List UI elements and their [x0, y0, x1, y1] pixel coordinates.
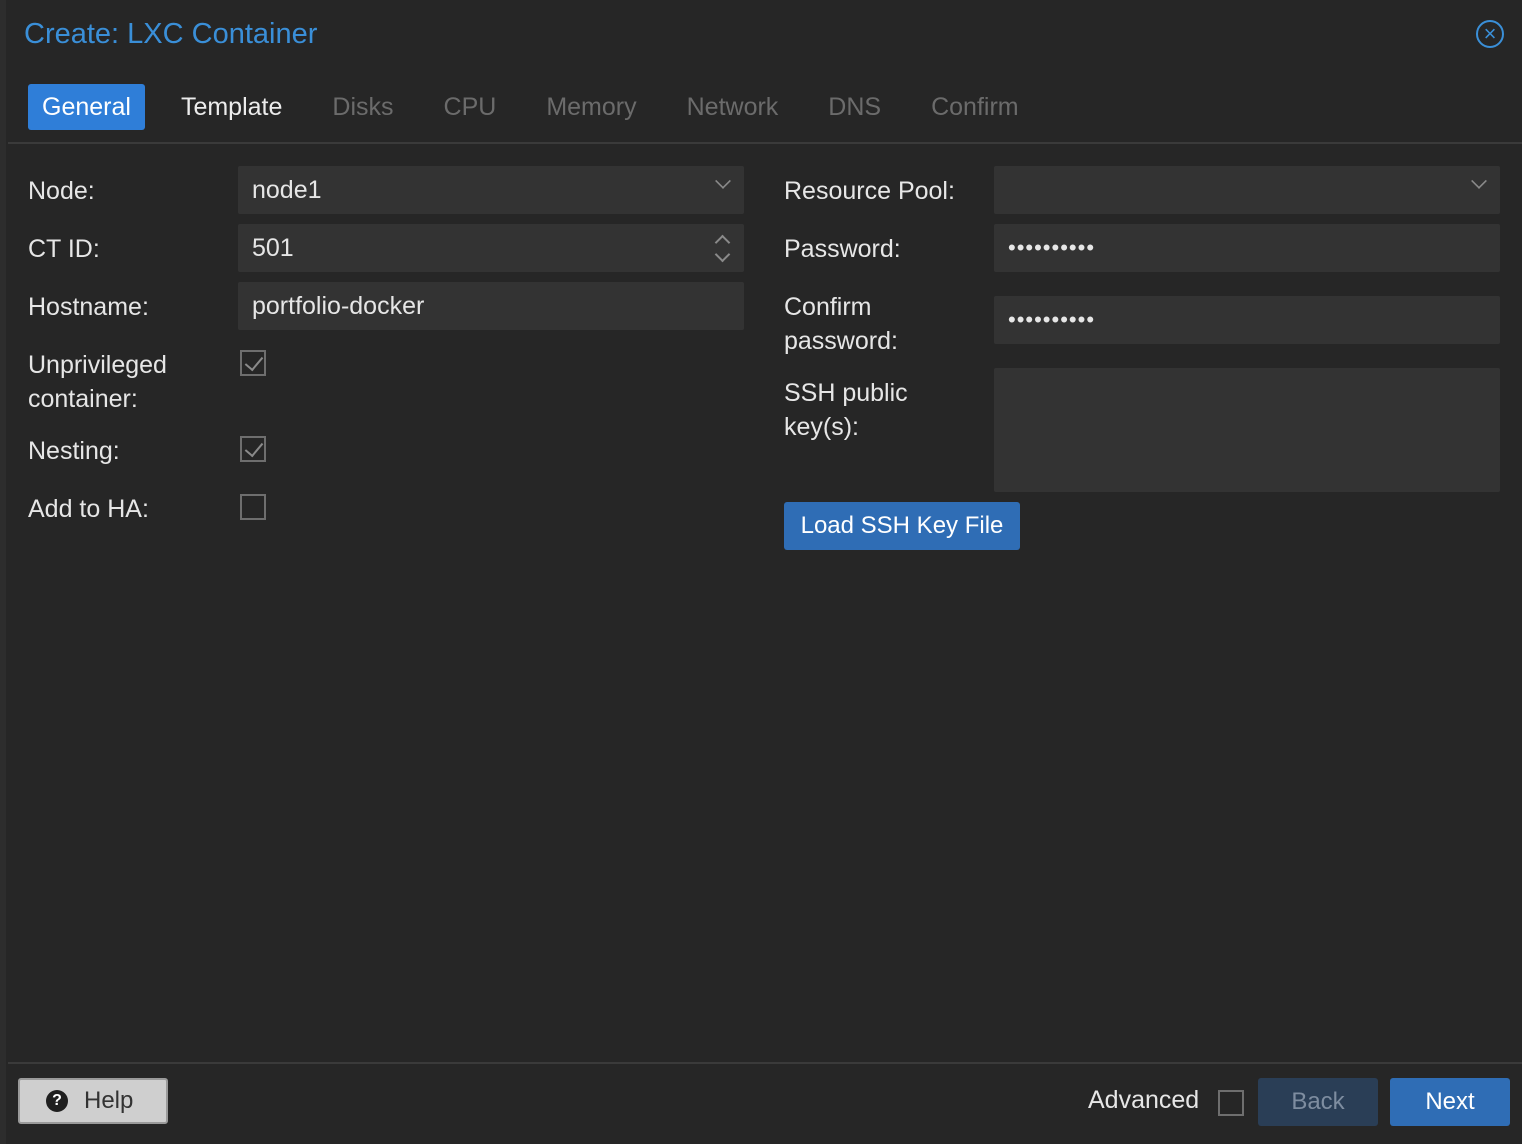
spinner-down-icon[interactable]: [714, 246, 731, 263]
node-label: Node:: [28, 177, 95, 205]
load-ssh-key-button[interactable]: Load SSH Key File: [784, 502, 1020, 550]
confirm-password-field[interactable]: ••••••••••: [994, 296, 1500, 344]
ctid-value: 501: [252, 234, 294, 262]
ctid-input[interactable]: 501: [238, 224, 744, 272]
add-to-ha-label: Add to HA:: [28, 495, 149, 523]
tab-template[interactable]: Template: [167, 84, 296, 130]
tab-network: Network: [686, 93, 779, 121]
back-button[interactable]: Back: [1258, 1078, 1378, 1126]
chevron-down-icon: [1471, 173, 1487, 189]
add-to-ha-checkbox[interactable]: [240, 494, 266, 520]
resource-pool-select[interactable]: [994, 166, 1500, 214]
advanced-label: Advanced: [1088, 1086, 1200, 1114]
question-circle-icon: ?: [46, 1090, 68, 1112]
close-icon[interactable]: ×: [1476, 20, 1504, 48]
dialog-footer: ? Help Advanced Back Next: [6, 1066, 1522, 1144]
create-lxc-dialog: Create: LXC Container × General Template…: [0, 0, 1522, 1144]
node-select-value: node1: [252, 176, 322, 204]
tab-confirm: Confirm: [931, 93, 1019, 121]
wizard-tabs: General Template Disks CPU Memory Networ…: [28, 84, 1055, 130]
hostname-label: Hostname:: [28, 293, 149, 321]
resource-pool-label: Resource Pool:: [784, 177, 955, 205]
unprivileged-checkbox[interactable]: [240, 350, 266, 376]
nesting-label: Nesting:: [28, 437, 120, 465]
password-label: Password:: [784, 235, 901, 263]
help-label: Help: [84, 1087, 134, 1114]
ssh-key-label-line1: SSH public: [784, 379, 908, 407]
ctid-label: CT ID:: [28, 235, 100, 263]
chevron-down-icon: [715, 173, 731, 189]
password-field[interactable]: ••••••••••: [994, 224, 1500, 272]
tab-dns: DNS: [828, 93, 882, 121]
general-panel: Node: node1 CT ID: 501 Hostname: portfol…: [8, 142, 1522, 1064]
password-value: ••••••••••: [1008, 235, 1096, 260]
ssh-key-label-line2: key(s):: [784, 413, 859, 441]
tab-cpu: CPU: [443, 93, 497, 121]
advanced-checkbox[interactable]: [1218, 1090, 1244, 1116]
confirm-password-label-line2: password:: [784, 327, 898, 355]
tab-general[interactable]: General: [28, 84, 145, 130]
unprivileged-label-line2: container:: [28, 385, 138, 413]
node-select[interactable]: node1: [238, 166, 744, 214]
help-button[interactable]: ? Help: [18, 1078, 168, 1124]
confirm-password-label-line1: Confirm: [784, 293, 872, 321]
hostname-value: portfolio-docker: [252, 292, 425, 320]
dialog-title: Create: LXC Container: [24, 18, 318, 50]
next-button[interactable]: Next: [1390, 1078, 1510, 1126]
spinner-icon[interactable]: [714, 230, 731, 266]
tab-memory: Memory: [546, 93, 637, 121]
unprivileged-label-line1: Unprivileged: [28, 351, 167, 379]
nesting-checkbox[interactable]: [240, 436, 266, 462]
ssh-key-textarea[interactable]: [994, 368, 1500, 492]
tab-disks: Disks: [332, 93, 394, 121]
hostname-input[interactable]: portfolio-docker: [238, 282, 744, 330]
dialog-titlebar: Create: LXC Container ×: [6, 0, 1522, 72]
confirm-password-value: ••••••••••: [1008, 307, 1096, 332]
